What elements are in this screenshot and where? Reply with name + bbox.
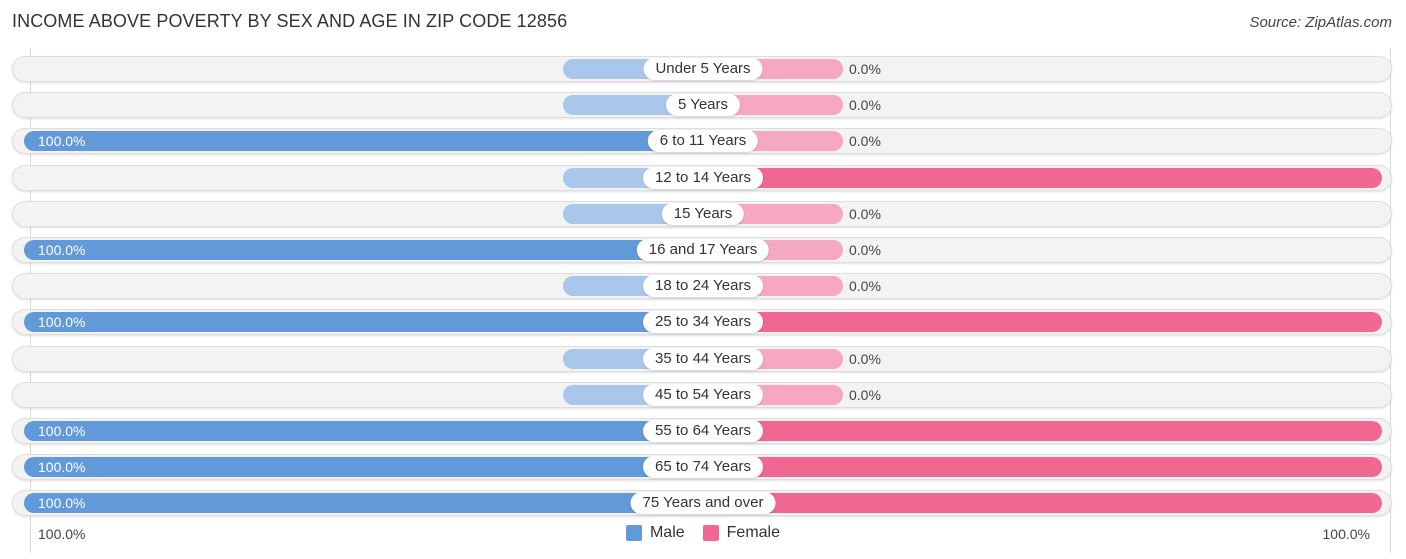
bar-male [24, 131, 703, 151]
value-label-female: 0.0% [849, 133, 881, 149]
value-label-male: 100.0% [38, 423, 86, 439]
category-label: 18 to 24 Years [643, 275, 763, 297]
category-label: 5 Years [665, 94, 741, 116]
legend-item-male: Male [625, 524, 685, 542]
value-label-male: 100.0% [38, 133, 86, 149]
legend-item-female: Female [702, 524, 781, 542]
legend: Male Female [0, 524, 1406, 542]
value-label-female: 0.0% [849, 387, 881, 403]
category-label: 75 Years and over [630, 492, 776, 514]
value-label-male: 100.0% [38, 459, 86, 475]
bar-male [24, 493, 703, 513]
chart-title: INCOME ABOVE POVERTY BY SEX AND AGE IN Z… [12, 11, 568, 31]
category-label: 6 to 11 Years [647, 130, 759, 152]
value-label-female: 0.0% [849, 61, 881, 77]
legend-label-male: Male [649, 524, 685, 541]
value-label-male: 100.0% [38, 242, 86, 258]
category-label: 16 and 17 Years [636, 239, 770, 261]
category-label: 12 to 14 Years [643, 167, 763, 189]
value-label-female: 0.0% [849, 242, 881, 258]
value-label-female: 0.0% [849, 351, 881, 367]
bar-male [24, 421, 703, 441]
bar-male [24, 240, 703, 260]
category-label: 65 to 74 Years [643, 456, 763, 478]
value-label-female: 0.0% [849, 97, 881, 113]
bar-female [703, 421, 1382, 441]
bar-female [703, 493, 1382, 513]
bar-female [703, 457, 1382, 477]
category-label: 15 Years [661, 203, 745, 225]
value-label-male: 100.0% [38, 314, 86, 330]
source-credit: Source: ZipAtlas.com [1249, 14, 1392, 31]
gridline-right [1390, 48, 1391, 553]
legend-label-female: Female [726, 524, 781, 541]
category-label: 35 to 44 Years [643, 348, 763, 370]
bar-male [24, 312, 703, 332]
bar-female [703, 312, 1382, 332]
category-label: 25 to 34 Years [643, 311, 763, 333]
bar-female [703, 168, 1382, 188]
value-label-female: 0.0% [849, 278, 881, 294]
category-label: 55 to 64 Years [643, 420, 763, 442]
category-label: 45 to 54 Years [643, 384, 763, 406]
value-label-male: 100.0% [38, 495, 86, 511]
bar-male [24, 457, 703, 477]
value-label-female: 0.0% [849, 206, 881, 222]
legend-swatch-male [625, 525, 642, 541]
legend-swatch-female [702, 525, 719, 541]
category-label: Under 5 Years [643, 58, 763, 80]
